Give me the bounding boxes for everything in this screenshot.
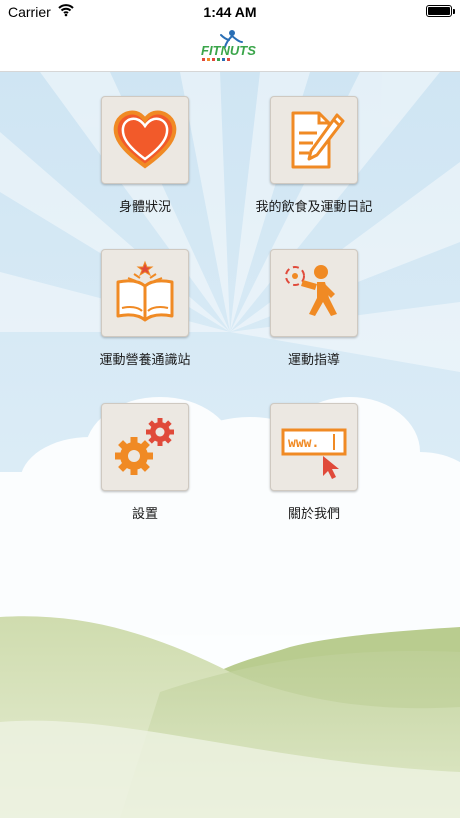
menu-item-about-us[interactable]: www. 關於我們 xyxy=(234,403,394,522)
menu-item-body-status[interactable]: 身體狀況 xyxy=(65,96,225,215)
menu-item-diary[interactable]: 我的飲食及運動日記 xyxy=(234,96,394,215)
fitnuts-logo: FITNUTS xyxy=(201,30,256,61)
menu-icon-box[interactable] xyxy=(101,96,189,184)
diary-pencil-icon xyxy=(291,111,345,169)
menu-label: 運動指導 xyxy=(287,353,340,368)
clock: 1:44 AM xyxy=(203,4,257,20)
logo-text: FITNUTS xyxy=(201,43,256,58)
menu-label: 我的飲食及運動日記 xyxy=(255,200,373,215)
menu-icon-box[interactable] xyxy=(101,249,189,337)
battery-icon xyxy=(426,5,455,17)
www-cursor-icon: www. xyxy=(281,428,347,479)
gears-icon xyxy=(115,418,174,475)
www-text: www. xyxy=(288,436,319,451)
menu-item-settings[interactable]: 設置 xyxy=(65,403,225,522)
menu-label: 運動營養通識站 xyxy=(99,353,191,368)
menu-icon-box[interactable] xyxy=(101,403,189,491)
menu-icon-box[interactable] xyxy=(270,249,358,337)
menu-label: 關於我們 xyxy=(287,507,340,522)
menu-item-exercise-guide[interactable]: 運動指導 xyxy=(234,249,394,368)
menu-label: 身體狀況 xyxy=(118,200,171,215)
menu-icon-box[interactable]: www. xyxy=(270,403,358,491)
heart-icon xyxy=(113,110,177,169)
status-bar: Carrier 1:44 AM xyxy=(0,0,460,22)
open-book-icon xyxy=(116,260,174,322)
menu-icon-box[interactable] xyxy=(270,96,358,184)
menu-label: 設置 xyxy=(131,507,158,522)
exercise-person-icon xyxy=(285,265,337,316)
navigation-bar: FITNUTS xyxy=(0,22,460,72)
menu-item-knowledge[interactable]: 運動營養通識站 xyxy=(65,249,225,368)
